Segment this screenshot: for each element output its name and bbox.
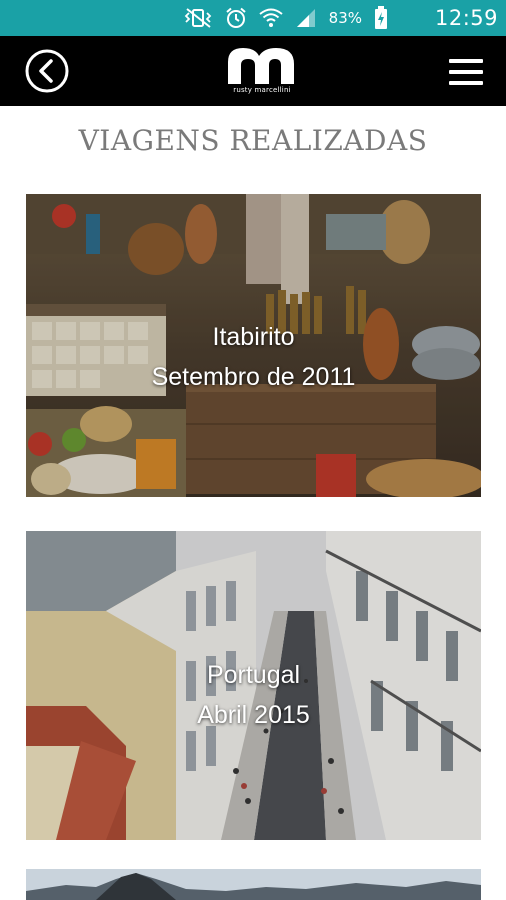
signal-icon bbox=[296, 9, 315, 27]
logo-caption: rusty marcellini bbox=[233, 86, 291, 94]
vibrate-icon bbox=[184, 8, 211, 28]
status-bar: 83% 12:59 bbox=[0, 0, 506, 36]
trip-date: Setembro de 2011 bbox=[151, 363, 356, 391]
mountain-landscape-photo bbox=[26, 869, 481, 900]
trip-place: Portugal bbox=[206, 661, 301, 689]
app-bar: rusty marcellini bbox=[0, 36, 506, 106]
brand-logo: rusty marcellini bbox=[224, 44, 300, 100]
trip-place: Itabirito bbox=[212, 323, 295, 351]
trip-card-portugal[interactable]: Portugal Abril 2015 bbox=[26, 531, 481, 840]
trip-card-itabirito[interactable]: Itabirito Setembro de 2011 bbox=[26, 194, 481, 497]
status-clock: 12:59 bbox=[434, 6, 498, 30]
trip-card-mountains[interactable] bbox=[26, 869, 481, 900]
back-button[interactable] bbox=[24, 48, 70, 94]
back-arrow-icon bbox=[25, 49, 69, 93]
logo-mark-icon bbox=[228, 48, 294, 84]
status-icons: 83% bbox=[183, 6, 388, 30]
battery-percent: 83% bbox=[328, 9, 362, 27]
alarm-icon bbox=[225, 7, 246, 28]
battery-charging-icon bbox=[375, 6, 387, 29]
menu-button[interactable] bbox=[446, 56, 486, 88]
wifi-icon bbox=[259, 8, 283, 27]
page-title: VIAGENS REALIZADAS bbox=[78, 124, 428, 157]
trip-date: Abril 2015 bbox=[197, 701, 310, 729]
